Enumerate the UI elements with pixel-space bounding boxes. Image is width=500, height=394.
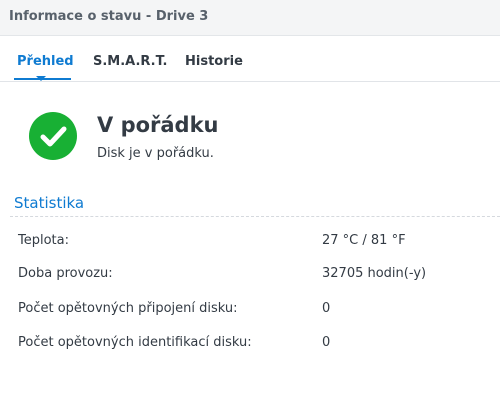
stat-value: 0 <box>322 335 331 350</box>
tab-bar: Přehled S.M.A.R.T. Historie <box>0 37 500 82</box>
section-title-statistics: Statistika <box>14 194 85 212</box>
section-divider <box>10 216 500 217</box>
stat-row-temperature: Teplota: 27 °C / 81 °F <box>0 233 500 253</box>
stat-label: Teplota: <box>18 233 69 248</box>
stat-label: Doba provozu: <box>18 266 113 281</box>
active-tab-notch <box>36 76 46 81</box>
stat-row-uptime: Doba provozu: 32705 hodin(-y) <box>0 266 500 286</box>
stat-row-reconnects: Počet opětovných připojení disku: 0 <box>0 301 500 321</box>
stat-value: 27 °C / 81 °F <box>322 233 406 248</box>
window-title: Informace o stavu - Drive 3 <box>9 9 209 24</box>
stat-value: 0 <box>322 301 331 316</box>
check-circle-icon <box>29 112 77 160</box>
title-bar[interactable]: Informace o stavu - Drive 3 <box>0 0 500 36</box>
stat-label: Počet opětovných připojení disku: <box>18 301 238 316</box>
tab-smart[interactable]: S.M.A.R.T. <box>93 54 167 69</box>
status-description: Disk je v pořádku. <box>97 146 214 161</box>
tab-prehled[interactable]: Přehled <box>17 54 74 69</box>
stat-value: 32705 hodin(-y) <box>322 266 427 281</box>
status-title: V pořádku <box>97 113 219 137</box>
stat-label: Počet opětovných identifikací disku: <box>18 335 252 350</box>
stat-row-reidentifications: Počet opětovných identifikací disku: 0 <box>0 335 500 355</box>
drive-status-window: Informace o stavu - Drive 3 Přehled S.M.… <box>0 0 500 394</box>
tab-historie[interactable]: Historie <box>185 54 243 69</box>
